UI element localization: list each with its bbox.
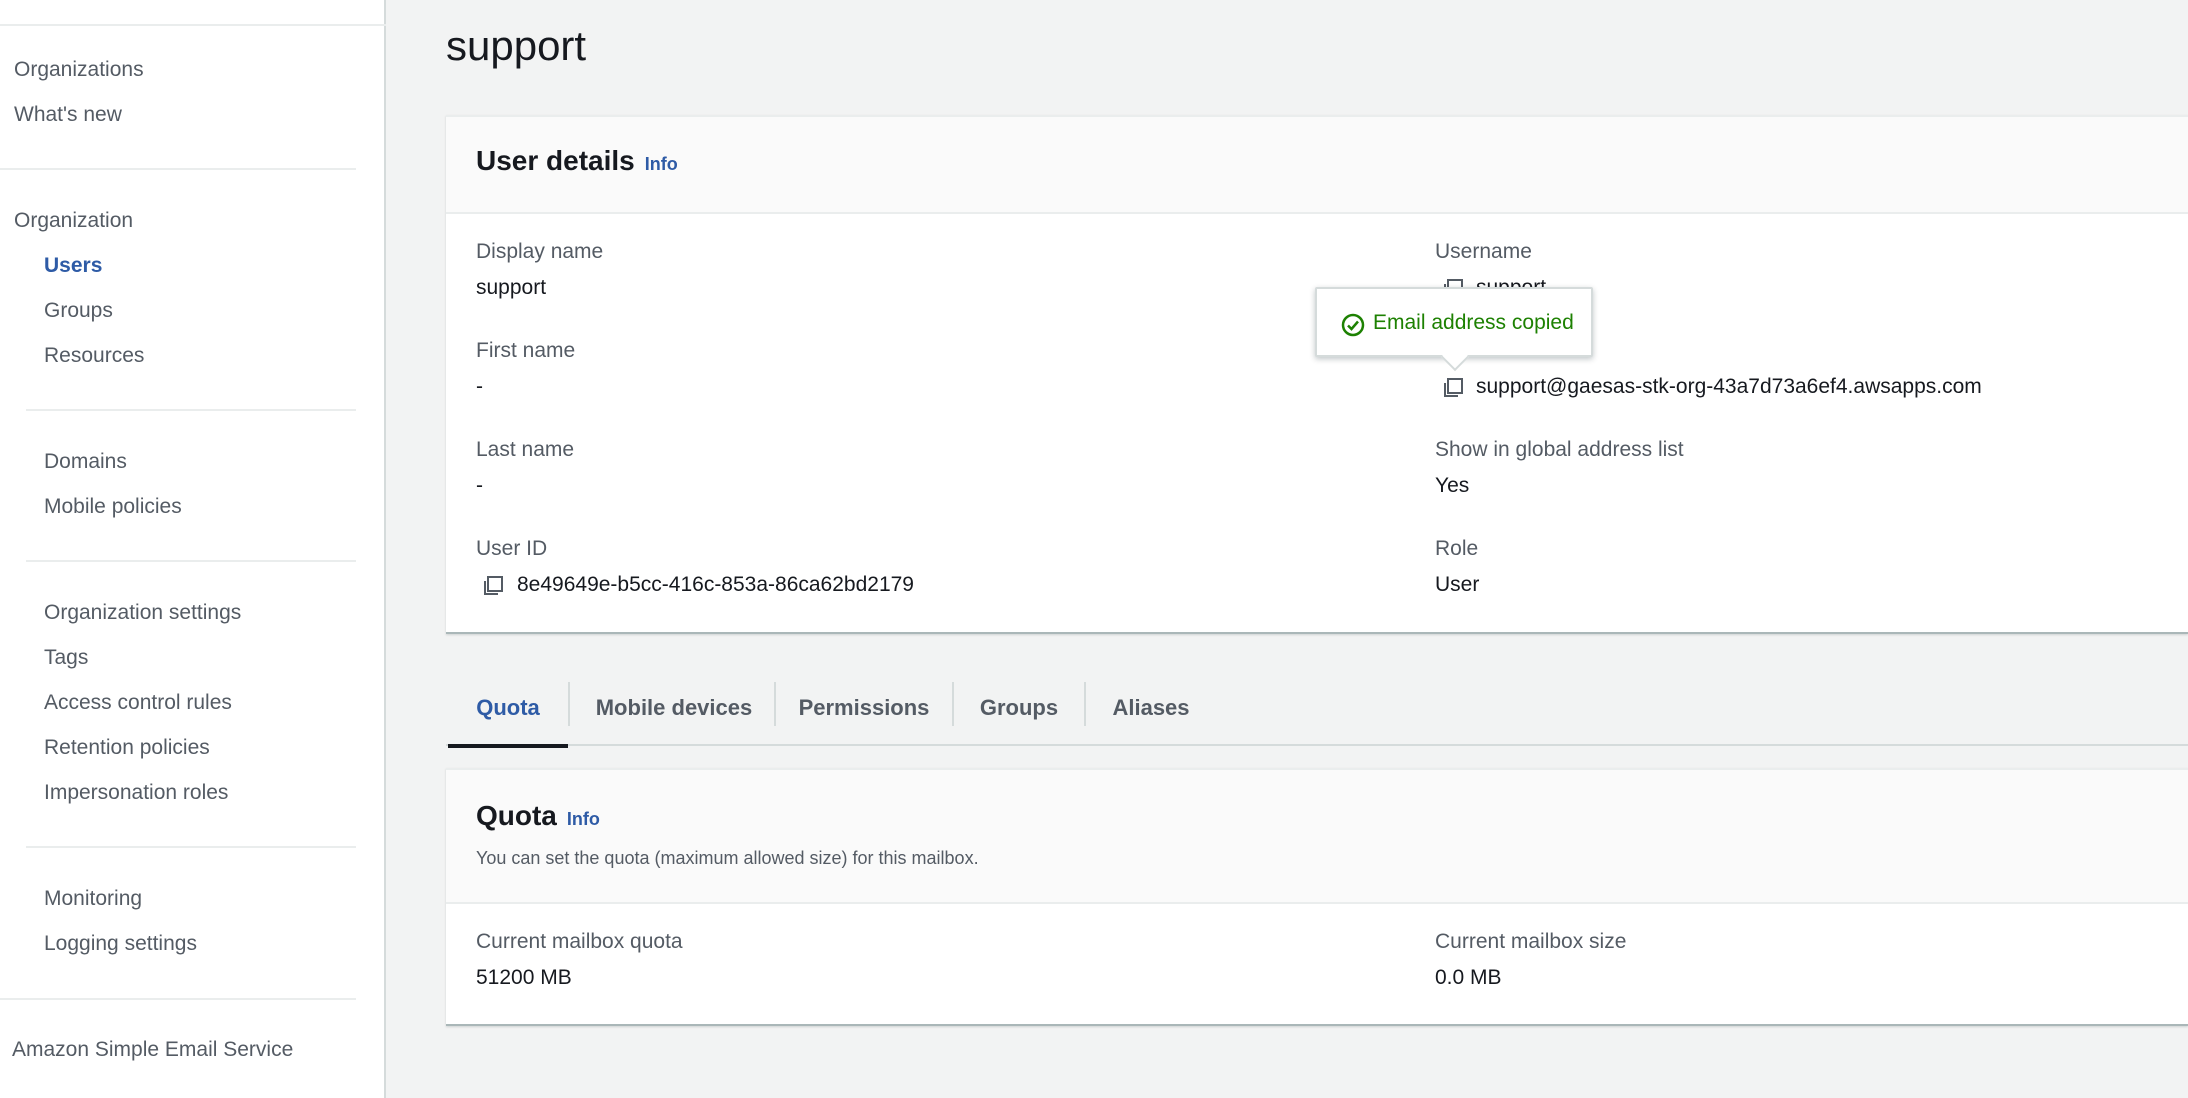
sidebar-item-whats-new[interactable]: What's new	[14, 103, 122, 127]
sidebar-item-users[interactable]: Users	[44, 254, 102, 278]
global-address-list-value: Yes	[1435, 474, 1470, 497]
sidebar-item-groups[interactable]: Groups	[44, 299, 113, 323]
page-title: support	[446, 22, 587, 69]
global-address-list-label: Show in global address list	[1435, 438, 1684, 461]
current-quota-value: 51200 MB	[476, 966, 572, 989]
user-details-header: User details Info	[446, 117, 2188, 214]
quota-info-link[interactable]: Info	[567, 809, 600, 829]
quota-title: Quota Info	[476, 800, 600, 832]
current-size-label: Current mailbox size	[1435, 930, 1627, 953]
sidebar-item-amazon-ses[interactable]: Amazon Simple Email Service	[12, 1038, 293, 1062]
sidebar-item-organization-settings[interactable]: Organization settings	[44, 601, 241, 625]
user-details-title: User details Info	[476, 145, 678, 177]
user-details-title-text: User details	[476, 145, 635, 176]
sidebar-item-retention-policies[interactable]: Retention policies	[44, 736, 210, 760]
user-id-value: 8e49649e-b5cc-416c-853a-86ca62bd2179	[517, 573, 914, 596]
tab-mobile-devices[interactable]: Mobile devices	[570, 670, 778, 746]
first-name-value: -	[476, 375, 483, 398]
tab-bar: Quota Mobile devices Permissions Groups …	[446, 670, 2188, 748]
sidebar-item-monitoring[interactable]: Monitoring	[44, 887, 142, 911]
sidebar-item-impersonation-roles[interactable]: Impersonation roles	[44, 781, 228, 805]
check-circle-icon	[1341, 313, 1365, 337]
role-value: User	[1435, 573, 1480, 596]
display-name-value: support	[476, 276, 547, 299]
current-quota-label: Current mailbox quota	[476, 930, 683, 953]
display-name-label: Display name	[476, 240, 604, 263]
sidebar-item-organizations[interactable]: Organizations	[14, 58, 144, 82]
copied-tooltip: Email address copied	[1315, 287, 1593, 372]
tab-groups[interactable]: Groups	[954, 670, 1084, 746]
tab-permissions[interactable]: Permissions	[776, 670, 952, 746]
sidebar-item-domains[interactable]: Domains	[44, 450, 127, 474]
sidebar-divider	[26, 409, 356, 411]
sidebar-divider	[26, 846, 356, 848]
copy-icon[interactable]	[1442, 377, 1464, 399]
first-name-label: First name	[476, 339, 576, 362]
user-details-info-link[interactable]: Info	[645, 154, 678, 174]
sidebar-item-mobile-policies[interactable]: Mobile policies	[44, 495, 182, 519]
sidebar-item-access-control-rules[interactable]: Access control rules	[44, 691, 232, 715]
copy-icon[interactable]	[482, 575, 504, 597]
tab-aliases[interactable]: Aliases	[1086, 670, 1216, 746]
sidebar-divider	[0, 998, 356, 1000]
current-size-value: 0.0 MB	[1435, 966, 1502, 989]
quota-description: You can set the quota (maximum allowed s…	[476, 848, 979, 868]
tab-quota[interactable]: Quota	[448, 670, 568, 748]
email-value: support@gaesas-stk-org-43a7d73a6ef4.awsa…	[1476, 375, 1982, 398]
sidebar-item-logging-settings[interactable]: Logging settings	[44, 932, 197, 956]
sidebar-divider	[26, 560, 356, 562]
sidebar-item-resources[interactable]: Resources	[44, 344, 144, 368]
quota-panel: Quota Info You can set the quota (maximum…	[446, 768, 2188, 1026]
sidebar-item-tags[interactable]: Tags	[44, 646, 88, 670]
last-name-value: -	[476, 474, 483, 497]
user-id-label: User ID	[476, 537, 548, 560]
quota-header: Quota Info You can set the quota (maximum…	[446, 770, 2188, 904]
user-details-panel: User details Info Display name support Fi…	[446, 115, 2188, 634]
tooltip-message: Email address copied	[1373, 311, 1574, 334]
quota-title-text: Quota	[476, 800, 557, 831]
role-label: Role	[1435, 537, 1479, 560]
sidebar: Organizations What's new Organization Us…	[0, 0, 386, 1098]
sidebar-heading-organization: Organization	[14, 209, 134, 232]
username-label: Username	[1435, 240, 1532, 263]
sidebar-divider	[0, 168, 356, 170]
last-name-label: Last name	[476, 438, 575, 461]
sidebar-top-divider	[0, 24, 386, 26]
